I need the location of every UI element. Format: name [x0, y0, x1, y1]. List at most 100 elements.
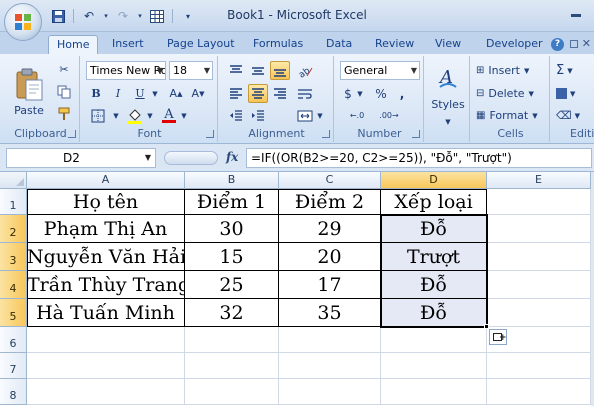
cell-e4[interactable] — [487, 271, 591, 299]
column-header-b[interactable]: B — [185, 172, 279, 189]
name-box[interactable]: D2 ▼ — [6, 148, 156, 168]
close-icon[interactable]: ✕ — [582, 37, 591, 50]
fill-button[interactable]: ▼ — [556, 84, 584, 103]
italic-button[interactable]: I — [108, 84, 128, 103]
cell-d2[interactable]: Đỗ — [381, 215, 487, 243]
font-size-select[interactable]: 18 ▼ — [169, 61, 213, 80]
font-name-select[interactable]: Times New Ro ▼ — [86, 61, 166, 80]
column-header-e[interactable]: E — [487, 172, 591, 189]
cell-e7[interactable] — [487, 353, 591, 379]
formula-bar-grip[interactable] — [164, 151, 218, 165]
align-right-icon[interactable] — [270, 84, 290, 103]
styles-icon[interactable]: A — [432, 62, 464, 94]
cell-e1[interactable] — [487, 189, 591, 215]
row-header-3[interactable]: 3 — [0, 243, 27, 271]
row-header-8[interactable]: 8 — [0, 379, 27, 405]
cell-d6[interactable] — [381, 327, 487, 353]
tab-data[interactable]: Data — [326, 35, 352, 54]
merge-center-icon[interactable] — [294, 106, 316, 125]
align-bottom-icon[interactable] — [270, 61, 290, 80]
decrease-indent-icon[interactable] — [226, 106, 246, 125]
cell-d3[interactable]: Trượt — [381, 243, 487, 271]
cell-d7[interactable] — [381, 353, 487, 379]
cell-b7[interactable] — [185, 353, 279, 379]
align-center-icon[interactable] — [248, 84, 268, 103]
insert-cells-button[interactable]: ⊞ Insert ▼ — [476, 61, 546, 80]
row-header-1[interactable]: 1 — [0, 189, 27, 215]
font-launcher-icon[interactable] — [206, 130, 214, 138]
align-middle-icon[interactable] — [248, 61, 268, 80]
comma-style-icon[interactable]: , — [392, 84, 412, 103]
insert-function-icon[interactable]: fx — [226, 150, 238, 164]
underline-dropdown-icon[interactable]: ▼ — [150, 84, 160, 103]
cell-c8[interactable] — [279, 379, 381, 405]
cell-d8[interactable] — [381, 379, 487, 405]
column-header-c[interactable]: C — [279, 172, 381, 189]
alignment-launcher-icon[interactable] — [322, 130, 330, 138]
column-header-a[interactable]: A — [27, 172, 185, 189]
cell-b6[interactable] — [185, 327, 279, 353]
column-header-d[interactable]: D — [381, 172, 487, 189]
number-format-select[interactable]: General ▼ — [340, 61, 420, 80]
cell-e8[interactable] — [487, 379, 591, 405]
merge-dropdown-icon[interactable]: ▼ — [316, 106, 324, 125]
align-left-icon[interactable] — [226, 84, 246, 103]
cut-icon[interactable]: ✂ — [54, 60, 74, 79]
font-color-button[interactable]: A — [158, 106, 180, 125]
align-top-icon[interactable] — [226, 61, 246, 80]
office-button[interactable] — [4, 3, 42, 41]
cell-d1[interactable]: Xếp loại — [381, 189, 487, 215]
delete-cells-button[interactable]: ⊟ Delete ▼ — [476, 84, 546, 103]
cell-c5[interactable]: 35 — [279, 299, 381, 327]
cell-b5[interactable]: 32 — [185, 299, 279, 327]
cell-e2[interactable] — [487, 215, 591, 243]
fill-color-icon[interactable] — [124, 106, 146, 125]
currency-dropdown-icon[interactable]: ▼ — [356, 84, 364, 103]
row-header-2[interactable]: 2 — [0, 215, 27, 243]
underline-button[interactable]: U — [130, 84, 150, 103]
font-color-dropdown-icon[interactable]: ▼ — [180, 106, 188, 125]
cell-c4[interactable]: 17 — [279, 271, 381, 299]
cell-c2[interactable]: 29 — [279, 215, 381, 243]
row-header-7[interactable]: 7 — [0, 353, 27, 379]
cell-d4[interactable]: Đỗ — [381, 271, 487, 299]
cell-c3[interactable]: 20 — [279, 243, 381, 271]
auto-fill-options-icon[interactable] — [489, 329, 507, 345]
row-header-6[interactable]: 6 — [0, 327, 27, 353]
cell-a3[interactable]: Nguyễn Văn Hải — [27, 243, 185, 271]
borders-icon[interactable] — [86, 106, 110, 125]
formula-input[interactable]: =IF((OR(B2>=20, C2>=25)), "Đỗ", "Trượt") — [246, 148, 592, 168]
tab-formulas[interactable]: Formulas — [253, 35, 303, 54]
clipboard-launcher-icon[interactable] — [68, 130, 76, 138]
cell-b2[interactable]: 30 — [185, 215, 279, 243]
number-launcher-icon[interactable] — [412, 130, 420, 138]
cell-a2[interactable]: Phạm Thị An — [27, 215, 185, 243]
cell-c6[interactable] — [279, 327, 381, 353]
tab-insert[interactable]: Insert — [112, 35, 144, 54]
increase-indent-icon[interactable] — [248, 106, 268, 125]
orientation-icon[interactable]: ab — [294, 61, 316, 80]
cell-a4[interactable]: Trần Thùy Trang — [27, 271, 185, 299]
cell-e5[interactable] — [487, 299, 591, 327]
cell-c1[interactable]: Điểm 2 — [279, 189, 381, 215]
clear-button[interactable]: ⌫ ▼ — [556, 106, 584, 125]
styles-label[interactable]: Styles — [428, 98, 468, 111]
cell-a5[interactable]: Hà Tuấn Minh — [27, 299, 185, 327]
restore-icon[interactable] — [570, 40, 578, 48]
cell-c7[interactable] — [279, 353, 381, 379]
cell-b8[interactable] — [185, 379, 279, 405]
tab-review[interactable]: Review — [375, 35, 414, 54]
cell-a1[interactable]: Họ tên — [27, 189, 185, 215]
row-header-4[interactable]: 4 — [0, 271, 27, 299]
wrap-text-icon[interactable] — [294, 84, 316, 103]
minimize-button[interactable] — [566, 6, 586, 20]
cell-a6[interactable] — [27, 327, 185, 353]
format-cells-button[interactable]: ▦ Format ▼ — [476, 106, 546, 125]
percent-button[interactable]: % — [372, 84, 390, 103]
cell-a8[interactable] — [27, 379, 185, 405]
format-painter-icon[interactable] — [54, 104, 74, 123]
cell-a7[interactable] — [27, 353, 185, 379]
increase-decimal-icon[interactable]: ←.0 — [344, 106, 370, 125]
paste-button[interactable]: Paste — [6, 58, 52, 126]
copy-icon[interactable] — [54, 82, 74, 101]
